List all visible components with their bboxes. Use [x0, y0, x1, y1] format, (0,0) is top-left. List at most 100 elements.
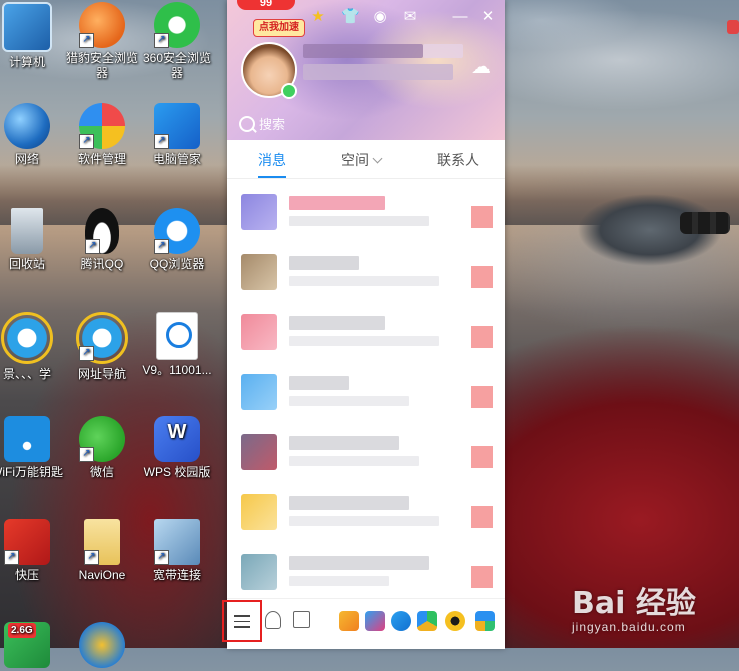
desktop-icon-navione[interactable]: ↗ NaviOne [65, 519, 139, 583]
shirt-icon[interactable]: 👕 [341, 8, 360, 26]
add-contact-icon[interactable] [265, 611, 281, 629]
list-item[interactable] [227, 540, 505, 600]
desktop-icon-qq-browser[interactable]: ↗ QQ浏览器 [140, 208, 214, 272]
tab-contacts[interactable]: 联系人 [437, 150, 479, 170]
desktop-icon-v9[interactable]: V9。11001... [140, 312, 214, 378]
cloud-weather-icon[interactable]: ☁ [471, 57, 491, 77]
game-center-icon[interactable] [339, 611, 359, 631]
desktop-icon-kuaiya[interactable]: ↗ 快压 [0, 519, 64, 583]
unread-badge-blurred [471, 206, 493, 228]
broadband-connection-icon: ↗ [154, 519, 200, 565]
desktop-icon-label: 快压 [14, 568, 39, 582]
liebao-browser-icon: ↗ [79, 2, 125, 48]
list-item[interactable] [227, 300, 505, 360]
app-logo-ring [166, 322, 192, 348]
desktop-icon-network[interactable]: 网络 [0, 103, 64, 167]
desktop-icon-liebao[interactable]: ↗ 猎豹安全浏览器 [65, 2, 139, 81]
desktop-icon-label: 软件管理 [77, 152, 126, 166]
contact-avatar [241, 434, 277, 470]
online-status-icon[interactable] [281, 83, 297, 99]
signature-blurred[interactable] [303, 64, 453, 80]
qq-music-icon[interactable] [445, 611, 465, 631]
desktop-icon-label: 网址导航 [77, 367, 126, 381]
wechat-icon: ↗ [79, 416, 125, 462]
tab-qzone-label: 空间 [341, 152, 369, 168]
play-store-icon[interactable] [417, 611, 437, 631]
desktop-icon-wifi-key[interactable]: WiFi万能钥匙 [0, 416, 64, 480]
tab-qzone[interactable]: 空间 [341, 150, 383, 170]
unread-badge-blurred [471, 566, 493, 588]
vip-icons-blurred [423, 44, 463, 58]
desktop-icon-pc-manager[interactable]: ↗ 电脑管家 [140, 103, 214, 167]
tab-messages[interactable]: 消息 [258, 150, 286, 170]
list-item[interactable] [227, 420, 505, 480]
folder-icon: ↗ [84, 519, 120, 565]
wps-logo-text: W [167, 421, 187, 443]
message-preview-blurred [289, 516, 439, 526]
desktop-icon-wechat[interactable]: ↗ 微信 [65, 416, 139, 480]
star-icon[interactable]: ★ [309, 8, 327, 26]
shortcut-arrow-icon: ↗ [79, 346, 94, 361]
close-icon[interactable]: ✕ [479, 8, 497, 26]
software-manager-icon: ↗ [79, 103, 125, 149]
unread-badge-blurred [471, 266, 493, 288]
weiyun-icon[interactable] [391, 611, 411, 631]
app-manager-icon[interactable] [293, 611, 310, 628]
desktop-icon-label: 猎豹安全浏览器 [65, 51, 138, 80]
video-icon[interactable] [365, 611, 385, 631]
message-preview-blurred [289, 396, 409, 406]
desktop-icon-label: 计算机 [8, 55, 45, 69]
main-menu-button[interactable] [222, 600, 262, 642]
unread-badge-blurred [471, 446, 493, 468]
desktop-icon-label: 微信 [89, 465, 114, 479]
desktop-icon-360-browser[interactable]: ↗ 360安全浏览器 [140, 2, 214, 81]
nickname-blurred[interactable] [303, 44, 423, 58]
wps-icon: W [154, 416, 200, 462]
desktop-icon-label: WiFi万能钥匙 [0, 465, 63, 479]
contact-name-blurred [289, 436, 399, 450]
desktop-icon-label: 景、、、学 [2, 367, 51, 381]
desktop-icon-web-nav[interactable]: ↗ 网址导航 [65, 312, 139, 382]
list-item[interactable] [227, 480, 505, 540]
cleaner-icon: 2.6G [4, 622, 50, 668]
app-center-icon[interactable] [475, 611, 495, 631]
chevron-down-icon [372, 153, 383, 164]
search-bar[interactable] [227, 112, 505, 136]
desktop-icon-broadband[interactable]: ↗ 宽带连接 [140, 519, 214, 583]
search-input[interactable] [259, 114, 459, 134]
desktop-icon-misc[interactable] [65, 622, 139, 671]
baidu-jingyan-watermark: Bai 经验 jingyan.baidu.com [572, 578, 732, 640]
shortcut-arrow-icon: ↗ [84, 550, 99, 565]
minimize-icon[interactable]: — [451, 8, 469, 26]
qq-profile-header: 99 点我加速 ★ 👕 ◉ ✉ — ✕ ☁ [227, 0, 505, 140]
contact-avatar [241, 194, 277, 230]
contact-name-blurred [289, 316, 385, 330]
network-globe-icon [4, 103, 50, 149]
desktop-icon-label: 电脑管家 [152, 152, 201, 166]
document-app-icon [156, 312, 198, 360]
desktop-icon-label: 回收站 [8, 257, 45, 271]
desktop-icon-computer[interactable]: 计算机 [0, 2, 64, 70]
list-item[interactable] [227, 180, 505, 240]
shortcut-arrow-icon: ↗ [4, 550, 19, 565]
contact-avatar [241, 314, 277, 350]
wallpaper-car-stripe [680, 212, 730, 234]
notification-icon[interactable] [727, 20, 739, 34]
desktop-icon-cleaner[interactable]: 2.6G [0, 622, 64, 671]
desktop-icon-tencent-qq[interactable]: ↗ 腾讯QQ [65, 208, 139, 272]
list-item[interactable] [227, 360, 505, 420]
desktop-icon-recycle-bin[interactable]: 回收站 [0, 208, 64, 272]
weather-icon[interactable]: ◉ [371, 8, 389, 26]
message-preview-blurred [289, 456, 419, 466]
mail-icon[interactable]: ✉ [401, 8, 419, 26]
desktop-icon-label: QQ浏览器 [149, 257, 205, 271]
list-item[interactable] [227, 240, 505, 300]
watermark-url: jingyan.baidu.com [572, 620, 686, 634]
desktop-icon-label: NaviOne [78, 568, 126, 582]
shortcut-arrow-icon: ↗ [85, 239, 100, 254]
desktop-icon-wps[interactable]: W WPS 校园版 [140, 416, 214, 480]
desktop-icon-ie[interactable]: 景、、、学 [0, 312, 64, 382]
shortcut-arrow-icon: ↗ [154, 33, 169, 48]
message-list[interactable] [227, 180, 505, 598]
desktop-icon-software-manager[interactable]: ↗ 软件管理 [65, 103, 139, 167]
